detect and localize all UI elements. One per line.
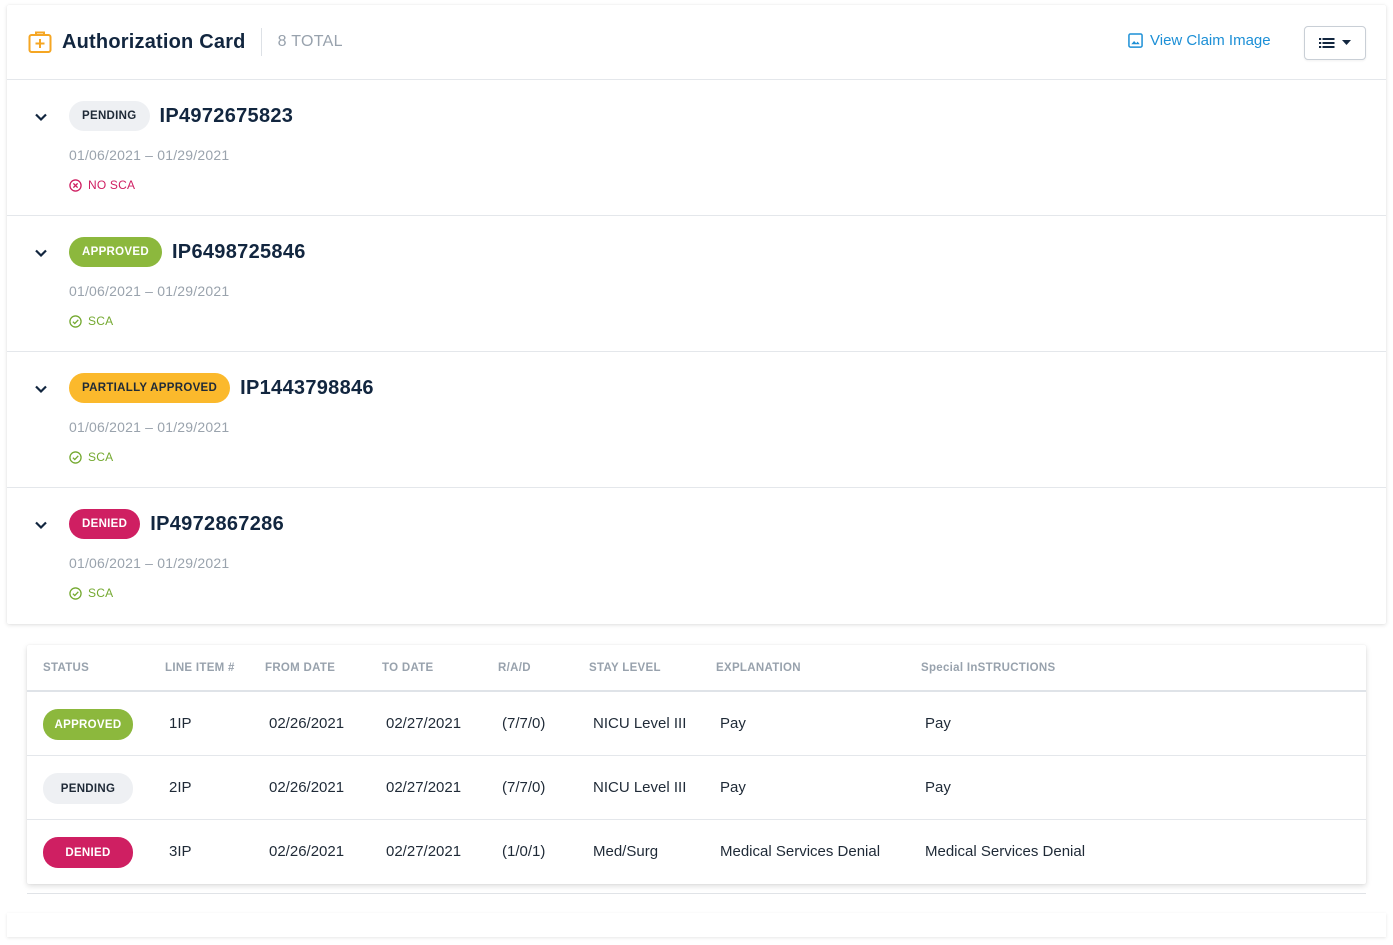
authorization-id: IP1443798846: [240, 376, 374, 399]
from-date: 02/26/2021: [269, 779, 345, 796]
column-header-explanation: EXPLANATION: [716, 662, 801, 674]
header-divider: [260, 28, 262, 56]
stay-level: NICU Level III: [593, 779, 687, 796]
view-claim-label: View Claim Image: [1150, 32, 1271, 49]
to-date: 02/27/2021: [386, 843, 462, 860]
authorization-row: PARTIALLY APPROVED IP1443798846 01/06/20…: [7, 352, 1386, 488]
table-header-row: STATUS LINE ITEM # FROM DATE TO DATE R/A…: [27, 645, 1366, 692]
column-header-to-date: TO DATE: [382, 662, 434, 674]
column-header-special-instructions: Special InSTRUCTIONS: [921, 662, 1056, 674]
card-title: Authorization Card: [62, 30, 246, 53]
authorization-card: Authorization Card 8 TOTAL View Claim Im…: [7, 5, 1386, 624]
line-item-number: 2IP: [169, 779, 192, 796]
divider: [27, 893, 1366, 894]
sca-indicator: SCA: [69, 314, 113, 328]
column-header-status: STATUS: [43, 662, 90, 674]
column-header-from-date: FROM DATE: [265, 662, 336, 674]
special-instructions: Pay: [925, 715, 951, 732]
line-item-number: 1IP: [169, 715, 192, 732]
authorization-dates: 01/06/2021 – 01/29/2021: [69, 147, 230, 163]
caret-down-icon: [1342, 40, 1351, 45]
sca-label: SCA: [88, 450, 114, 464]
authorization-row: APPROVED IP6498725846 01/06/2021 – 01/29…: [7, 216, 1386, 352]
status-badge: PARTIALLY APPROVED: [69, 373, 231, 403]
from-date: 02/26/2021: [269, 843, 345, 860]
table-row[interactable]: PENDING 2IP 02/26/2021 02/27/2021 (7/7/0…: [27, 756, 1366, 820]
stay-level: Med/Surg: [593, 843, 659, 860]
line-item-number: 3IP: [169, 843, 192, 860]
check-circle-icon: [69, 586, 82, 600]
from-date: 02/26/2021: [269, 715, 345, 732]
image-icon: [1128, 33, 1143, 48]
total-count: 8 TOTAL: [277, 33, 343, 50]
column-header-line-item: LINE ITEM #: [165, 662, 235, 674]
explanation: Pay: [720, 715, 746, 732]
rad-value: (7/7/0): [502, 779, 546, 796]
sca-indicator: NO SCA: [69, 178, 135, 192]
list-menu-button[interactable]: [1304, 26, 1366, 60]
view-claim-image-link[interactable]: View Claim Image: [1128, 32, 1271, 49]
authorization-dates: 01/06/2021 – 01/29/2021: [69, 555, 230, 571]
special-instructions: Medical Services Denial: [925, 843, 1086, 860]
chevron-down-icon[interactable]: [33, 381, 49, 397]
explanation: Pay: [720, 779, 746, 796]
rad-value: (1/0/1): [502, 843, 546, 860]
status-badge: APPROVED: [43, 709, 133, 740]
rad-value: (7/7/0): [502, 715, 546, 732]
status-badge: PENDING: [43, 773, 133, 804]
next-card-edge: [7, 913, 1386, 937]
status-badge: APPROVED: [69, 237, 162, 267]
x-circle-icon: [69, 178, 82, 192]
authorization-dates: 01/06/2021 – 01/29/2021: [69, 283, 230, 299]
explanation: Medical Services Denial: [720, 843, 881, 860]
authorization-id: IP6498725846: [171, 240, 306, 263]
column-header-stay-level: STAY LEVEL: [589, 662, 661, 674]
status-badge: DENIED: [43, 837, 133, 868]
stay-level: NICU Level III: [593, 715, 687, 732]
card-header: Authorization Card 8 TOTAL View Claim Im…: [7, 5, 1386, 80]
sca-label: NO SCA: [88, 178, 136, 192]
special-instructions: Pay: [925, 779, 951, 796]
chevron-down-icon[interactable]: [33, 245, 49, 261]
list-icon: [1319, 38, 1335, 48]
authorization-dates: 01/06/2021 – 01/29/2021: [69, 419, 230, 435]
check-circle-icon: [69, 314, 82, 328]
status-badge: DENIED: [69, 509, 141, 539]
line-items-table: STATUS LINE ITEM # FROM DATE TO DATE R/A…: [27, 645, 1366, 884]
table-row[interactable]: DENIED 3IP 02/26/2021 02/27/2021 (1/0/1)…: [27, 820, 1366, 884]
chevron-down-icon[interactable]: [33, 109, 49, 125]
column-header-rad: R/A/D: [498, 662, 531, 674]
medical-kit-icon: [28, 30, 53, 55]
to-date: 02/27/2021: [386, 779, 462, 796]
chevron-down-icon[interactable]: [33, 517, 49, 533]
status-badge: PENDING: [69, 101, 150, 131]
table-row[interactable]: APPROVED 1IP 02/26/2021 02/27/2021 (7/7/…: [27, 692, 1366, 756]
authorization-row: DENIED IP4972867286 01/06/2021 – 01/29/2…: [7, 488, 1386, 624]
authorization-id: IP4972867286: [150, 512, 284, 535]
authorization-row: PENDING IP4972675823 01/06/2021 – 01/29/…: [7, 80, 1386, 216]
sca-label: SCA: [88, 586, 114, 600]
sca-label: SCA: [88, 314, 114, 328]
sca-indicator: SCA: [69, 450, 113, 464]
authorization-id: IP4972675823: [159, 104, 294, 127]
check-circle-icon: [69, 450, 82, 464]
to-date: 02/27/2021: [386, 715, 462, 732]
sca-indicator: SCA: [69, 586, 113, 600]
